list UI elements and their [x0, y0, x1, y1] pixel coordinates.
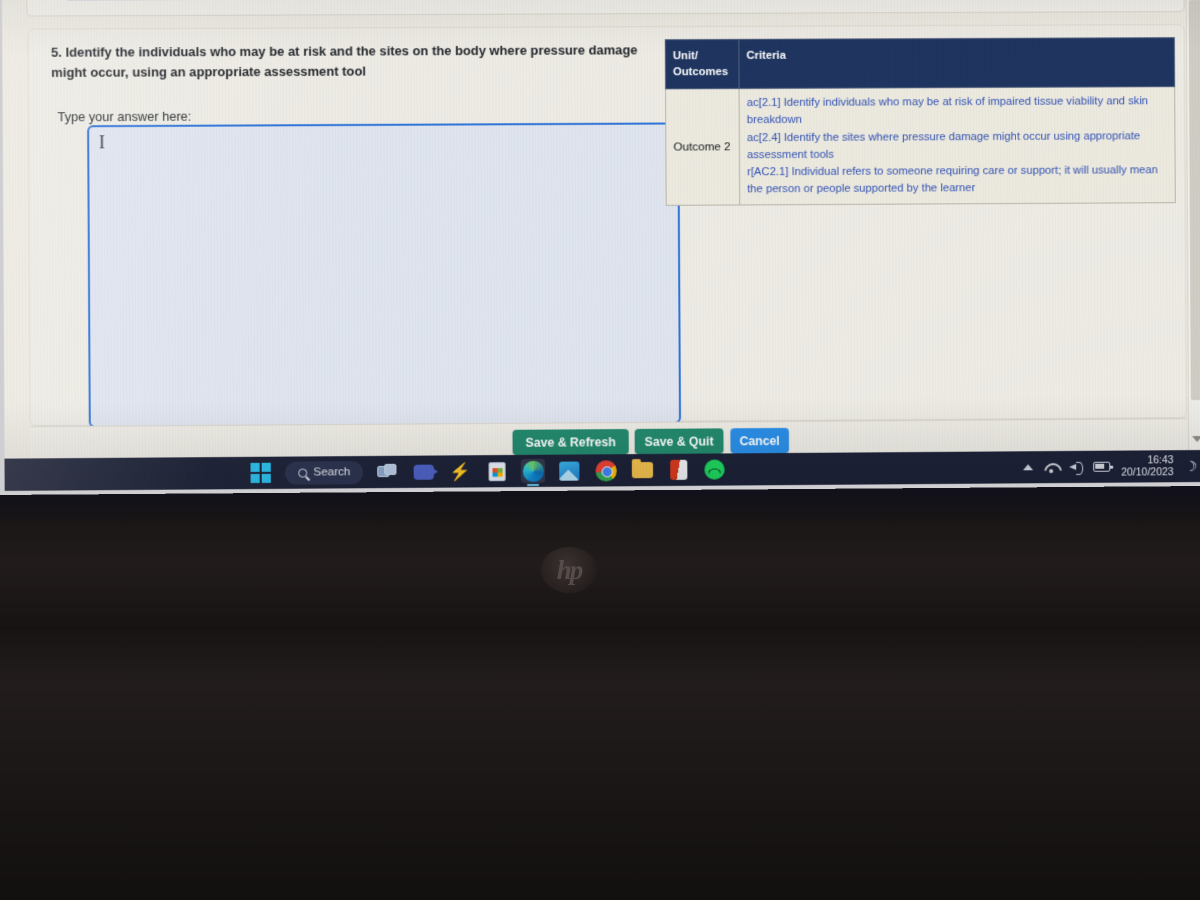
text-cursor-icon: I	[98, 132, 106, 153]
volume-button[interactable]	[1069, 461, 1082, 472]
question-text: 5. Identify the individuals who may be a…	[51, 42, 638, 81]
keyboard-deck: 🔇 ◀－ ◀＋ |◀◀ ▶|| ▶▶| ✈ insert prt sc £3 $…	[0, 630, 1200, 900]
task-view-icon	[377, 463, 398, 480]
task-view-button[interactable]	[376, 460, 400, 484]
do-not-disturb-icon[interactable]: ☽	[1185, 458, 1198, 475]
cancel-button[interactable]: Cancel	[730, 427, 789, 454]
battery-icon	[1093, 461, 1111, 472]
criteria-line-1: ac[2.1] Identify individuals who may be …	[746, 95, 1149, 127]
answer-label: Type your answer here:	[57, 109, 192, 125]
windows-logo-icon	[250, 462, 271, 484]
edge-button[interactable]	[521, 458, 546, 484]
scrollbar-thumb[interactable]	[1188, 0, 1200, 401]
criteria-table-header-row: Unit/ Outcomes Criteria	[665, 37, 1175, 90]
lightning-icon: ⚡	[449, 461, 472, 482]
photos-button[interactable]	[558, 458, 582, 482]
screen-bottom-bezel	[0, 520, 1200, 630]
answer-textarea[interactable]: I	[87, 122, 682, 428]
office-button[interactable]	[667, 458, 691, 482]
column-header-unit-outcomes: Unit/ Outcomes	[665, 39, 740, 90]
chrome-icon	[595, 459, 617, 482]
system-tray: 16:43 20/10/2023 ☽	[1022, 450, 1198, 483]
laptop-screen: 5. Identify the individuals who may be a…	[0, 0, 1200, 496]
chevron-up-icon[interactable]	[1022, 464, 1033, 471]
wifi-button[interactable]	[1044, 462, 1058, 473]
microsoft-store-icon	[488, 461, 506, 481]
search-label: Search	[313, 466, 351, 479]
criteria-table: Unit/ Outcomes Criteria Outcome 2 ac[2.1…	[664, 37, 1176, 206]
office-icon	[670, 459, 688, 480]
taskbar-icon-group: Search ⚡	[248, 453, 727, 489]
browser-viewport: 5. Identify the individuals who may be a…	[1, 0, 1200, 461]
battery-button[interactable]	[1093, 461, 1111, 472]
clock[interactable]: 16:43 20/10/2023	[1121, 454, 1174, 479]
question-card: 5. Identify the individuals who may be a…	[27, 24, 1187, 428]
hp-logo-text: hp	[556, 554, 583, 585]
hp-logo: hp	[541, 547, 597, 593]
spotify-icon	[704, 459, 726, 480]
photos-icon	[559, 461, 580, 481]
save-and-refresh-button[interactable]: Save & Refresh	[512, 429, 629, 455]
file-explorer-icon	[631, 461, 654, 479]
edge-icon	[522, 460, 545, 482]
column-header-criteria: Criteria	[738, 37, 1175, 90]
teams-button[interactable]	[412, 460, 436, 484]
microsoft-store-button[interactable]	[485, 459, 509, 483]
search-icon	[298, 468, 308, 478]
laptop-photo-scene: hp 🔇 ◀－ ◀＋ |◀◀ ▶|| ▶▶| ✈ insert prt sc £…	[0, 0, 1200, 900]
teams-icon	[414, 464, 435, 480]
screen-surface: 5. Identify the individuals who may be a…	[1, 0, 1200, 491]
vertical-scrollbar[interactable]	[1185, 0, 1200, 451]
wifi-icon	[1044, 462, 1058, 473]
clock-time: 16:43	[1147, 453, 1174, 467]
file-explorer-button[interactable]	[630, 458, 654, 482]
cell-outcome: Outcome 2	[665, 89, 740, 205]
clock-date: 20/10/2023	[1121, 466, 1174, 479]
cell-criteria: ac[2.1] Identify individuals who may be …	[739, 87, 1176, 205]
scroll-down-arrow-icon[interactable]	[1192, 436, 1200, 443]
chrome-button[interactable]	[594, 458, 618, 482]
unit-header-line2: Outcomes	[672, 66, 729, 79]
criteria-line-2: ac[2.4] Identify the sites where pressur…	[746, 129, 1141, 161]
previous-question-card	[26, 0, 1185, 17]
unit-header-line1: Unit/	[672, 50, 698, 63]
criteria-line-3: r[AC2.1] Individual refers to someone re…	[747, 163, 1158, 195]
volume-icon	[1069, 461, 1082, 472]
save-and-quit-button[interactable]: Save & Quit	[634, 428, 724, 455]
search-box[interactable]: Search	[284, 460, 364, 485]
spotify-button[interactable]	[703, 457, 727, 481]
table-row: Outcome 2 ac[2.1] Identify individuals w…	[665, 87, 1176, 205]
quick-assist-button[interactable]: ⚡	[448, 459, 472, 483]
start-button[interactable]	[248, 461, 272, 485]
